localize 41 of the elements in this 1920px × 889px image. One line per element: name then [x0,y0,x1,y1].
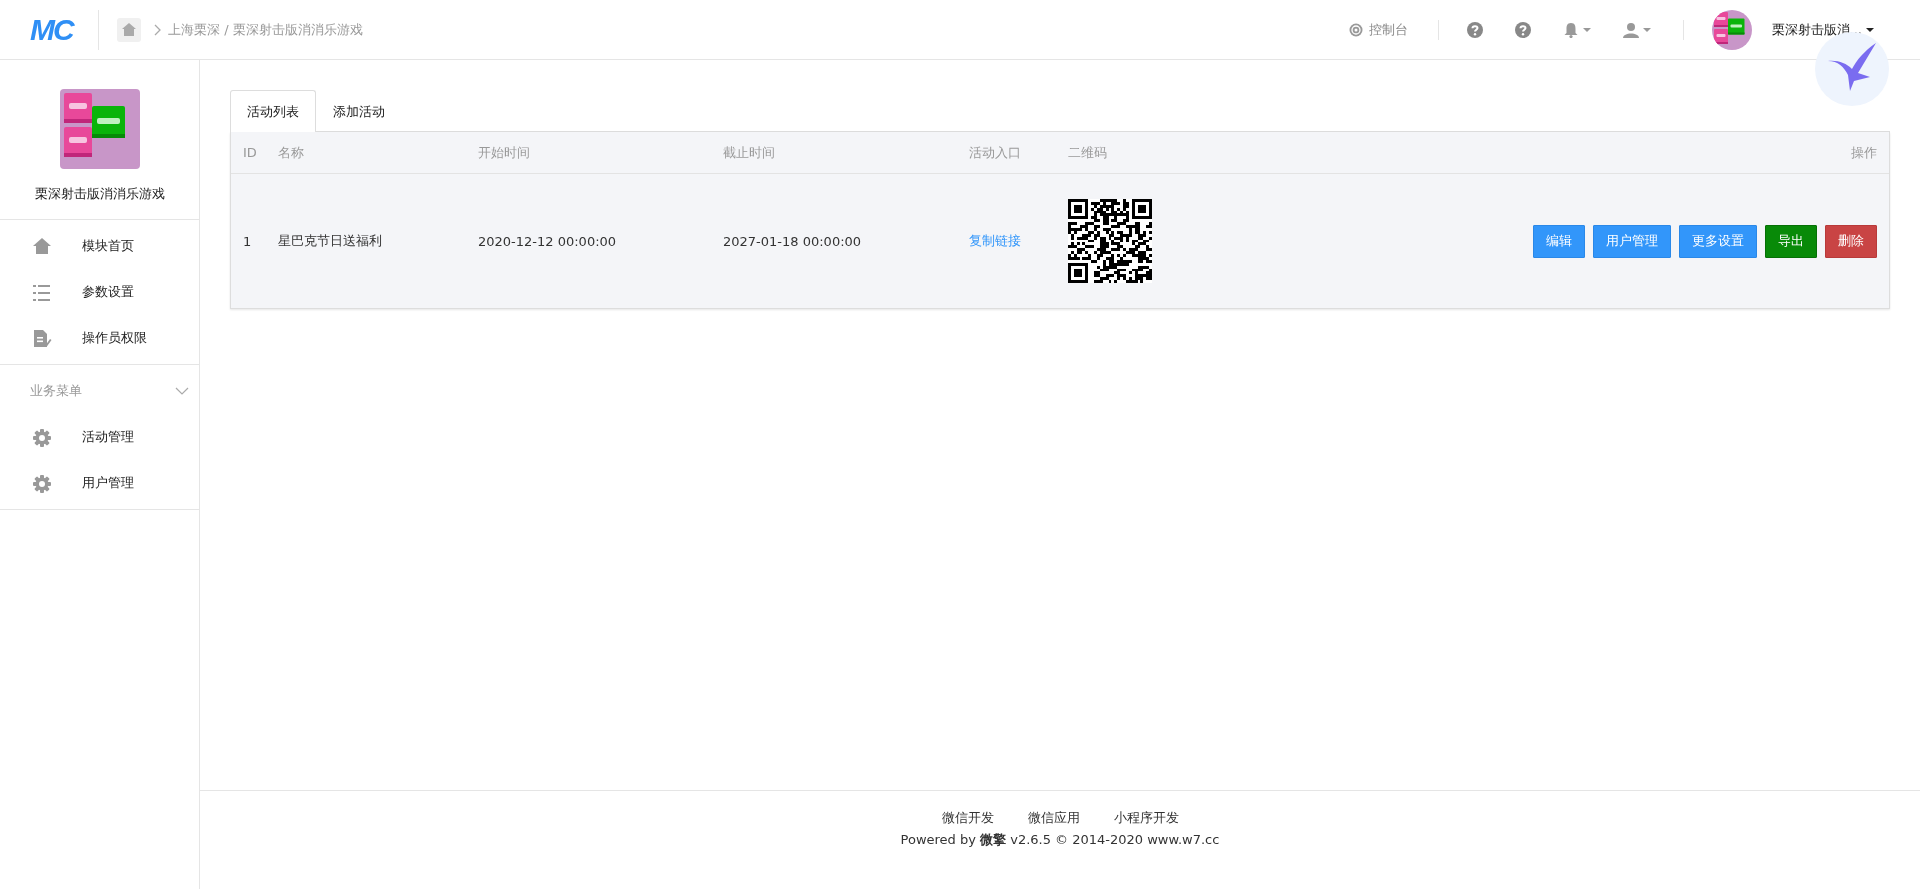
home-icon [121,22,137,37]
list-icon [32,282,52,302]
section-title: 业务菜单 [30,382,82,400]
export-button[interactable]: 导出 [1765,224,1817,258]
column-header: 开始时间 [478,132,723,174]
sidebar-item[interactable]: 活动管理 [0,414,199,460]
delete-button[interactable]: 删除 [1825,224,1877,258]
tab[interactable]: 活动列表 [230,90,316,132]
console-link[interactable]: 控制台 [1348,20,1408,39]
table-cell: 1 [231,173,278,308]
table-cell: 2027-01-18 00:00:00 [723,173,969,308]
home-icon [32,236,52,256]
gear-icon [32,473,52,493]
column-header: 活动入口 [969,132,1068,174]
chevron-down-icon[interactable] [175,387,189,395]
bell-icon[interactable] [1562,21,1579,38]
sidebar-item[interactable]: 操作员权限 [0,315,199,361]
column-header: ID [231,132,278,174]
table-cell: 星巴克节日送福利 [278,173,478,308]
app-name: 栗深射击版消消乐游戏 [34,185,165,203]
table-cell: 2020-12-12 00:00:00 [478,173,723,308]
footer-link[interactable]: 微信开发 [941,809,994,827]
column-header: 名称 [278,132,478,174]
chevron-right-icon [153,23,162,36]
home-button[interactable] [117,17,141,42]
column-header: 二维码 [1068,132,1225,174]
tab[interactable]: 添加活动 [316,90,402,132]
sidebar-item[interactable]: 用户管理 [0,460,199,506]
gauge-icon [1348,22,1363,37]
footer-link[interactable]: 小程序开发 [1113,809,1179,827]
sidebar-item[interactable]: 模块首页 [0,223,199,269]
help-icon[interactable] [1466,21,1483,38]
user-icon[interactable] [1622,21,1639,38]
sidebar-item[interactable]: 参数设置 [0,269,199,315]
document-icon [32,328,52,348]
footer-link[interactable]: 微信应用 [1027,809,1080,827]
column-header: 操作 [1224,132,1889,174]
copyright-text: Powered by 微擎 v2.6.5 © 2014-2020 www.w7.cc [900,831,1220,849]
column-header: 截止时间 [723,132,969,174]
help-icon[interactable] [1514,21,1531,38]
gear-icon [32,427,52,447]
